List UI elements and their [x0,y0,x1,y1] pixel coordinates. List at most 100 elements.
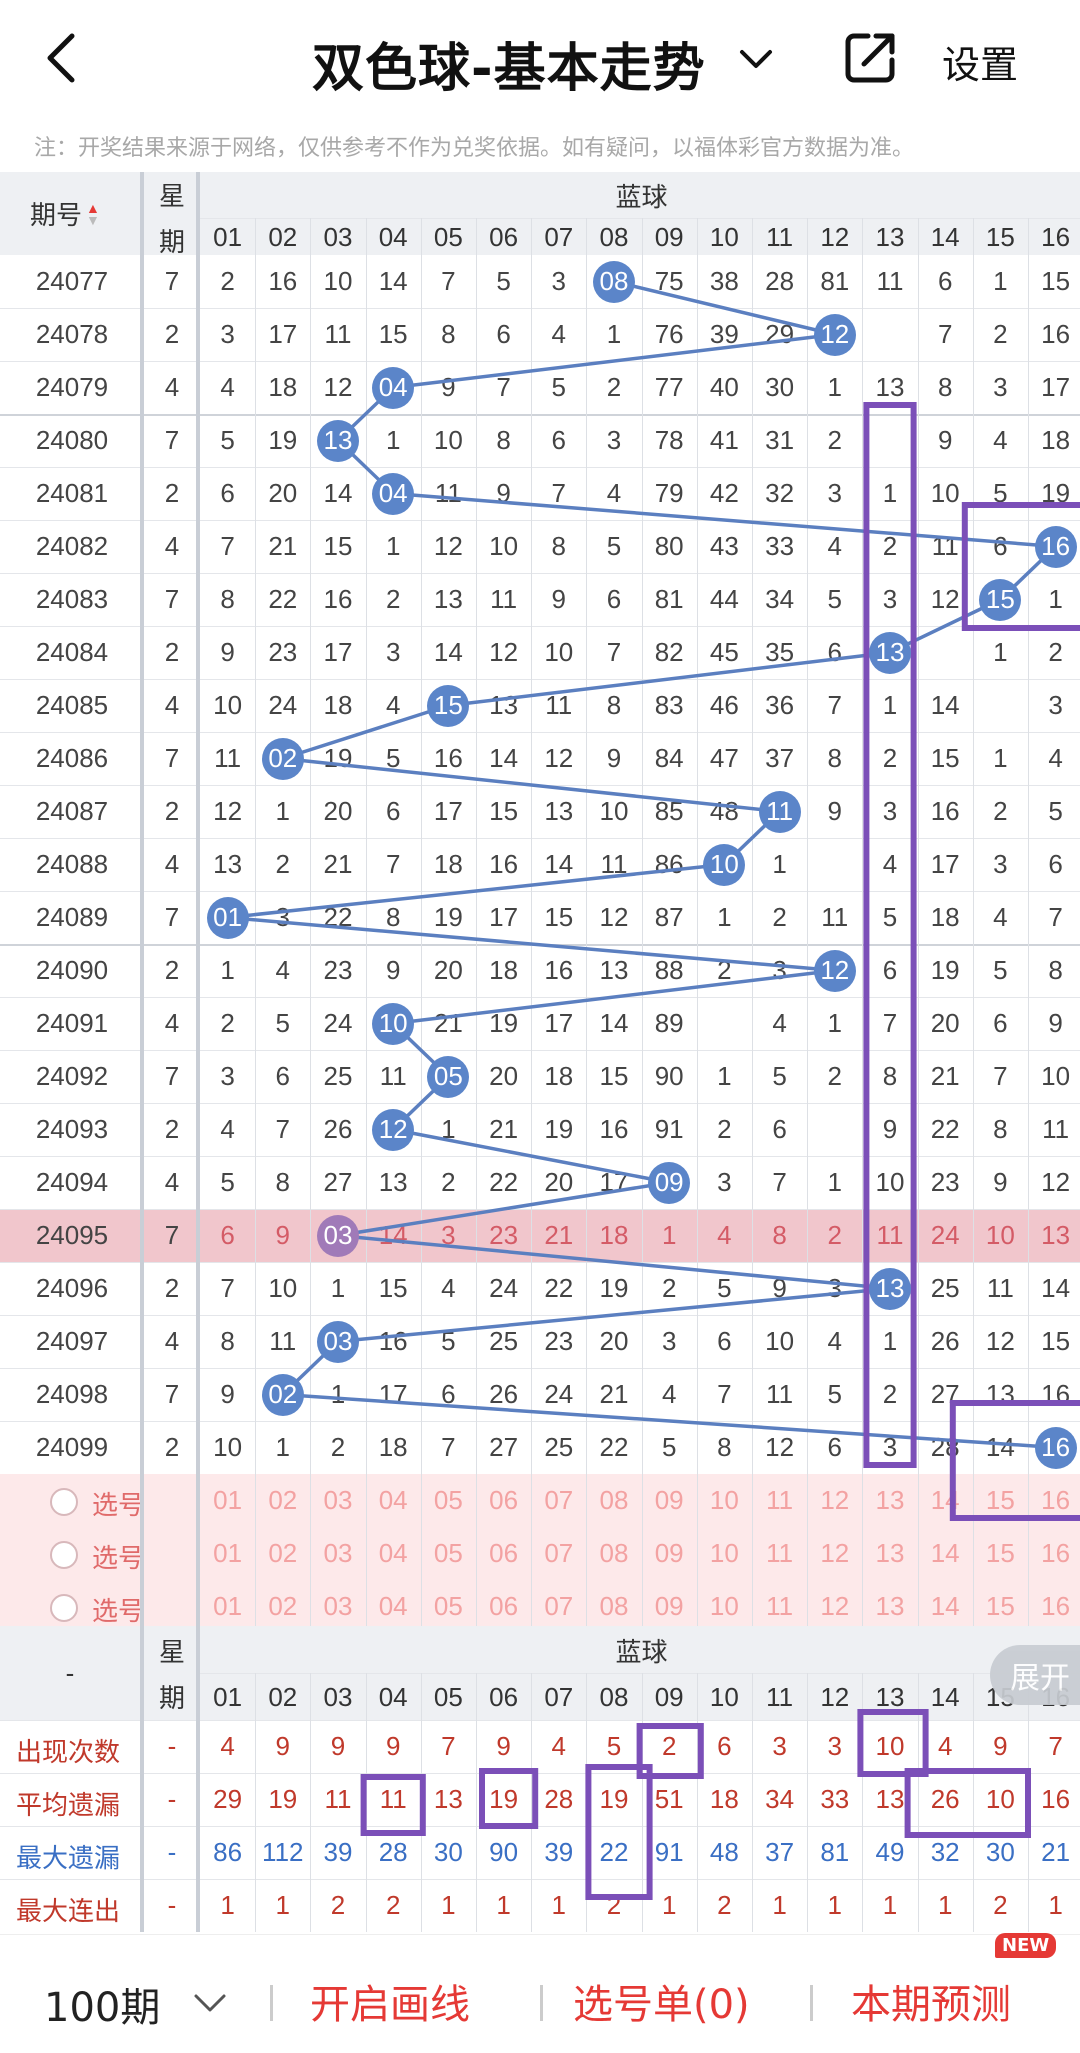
pick-number[interactable]: 04 [366,1474,421,1527]
table-cell: 22 [268,584,298,614]
table-cell: 5 [1048,796,1063,826]
pick-number[interactable]: 08 [586,1527,641,1580]
pick-list-button[interactable]: 选号单(0) [573,1972,750,2030]
column-header: 01 [213,221,243,252]
table-cell: 6 [827,637,843,667]
table-cell: 20 [544,1167,574,1197]
table-cell: 5 [220,425,235,455]
stats-cell: 1 [551,1890,567,1920]
table-cell: 5 [882,902,898,932]
weekday-value: 2 [164,319,180,349]
table-cell: 8 [551,531,567,561]
table-cell: 18 [599,1220,629,1250]
draw-line-button[interactable]: 开启画线 [310,1972,470,2030]
pick-number[interactable]: 05 [421,1474,476,1527]
pick-number[interactable]: 06 [476,1527,531,1580]
table-cell: 21 [433,1008,463,1038]
pick-number[interactable]: 07 [531,1474,586,1527]
settings-button[interactable]: 设置 [942,34,1018,89]
blue-ball-hit: 05 [427,1055,470,1098]
table-cell: 13 [875,372,905,402]
weekday-value: 7 [164,743,180,773]
pick-number[interactable]: 10 [697,1474,752,1527]
blue-ball-hit: 11 [758,790,801,833]
back-button[interactable] [38,28,88,88]
pick-number[interactable]: 05 [421,1527,476,1580]
pick-number[interactable]: 16 [1028,1474,1080,1527]
table-cell: 29 [765,319,795,349]
pick-number[interactable]: 15 [973,1474,1028,1527]
column-header: 06 [489,221,519,252]
pick-number[interactable]: 14 [918,1474,973,1527]
select-radio[interactable] [50,1594,78,1622]
pick-number[interactable]: 03 [310,1527,365,1580]
pick-number[interactable]: 09 [642,1527,697,1580]
share-button[interactable] [840,28,900,88]
stats-row-label: 最大遗漏 [16,1844,121,1874]
column-divider [1028,218,1029,1633]
blue-ball-hit: 13 [869,1267,911,1310]
stats-cell: 48 [709,1837,739,1867]
pick-number[interactable]: 08 [586,1474,641,1527]
issue-number: 24094 [35,1167,109,1197]
pick-number[interactable]: 14 [918,1527,973,1580]
table-cell: 10 [599,796,629,826]
blue-ball-hit: 16 [1034,1426,1077,1469]
pick-number[interactable]: 01 [200,1527,255,1580]
page-title[interactable]: 双色球-基本走势 [312,26,706,101]
table-cell: 12 [1041,1167,1071,1197]
pick-number[interactable]: 13 [862,1527,917,1580]
table-cell: 4 [993,902,1008,932]
stats-cell: 39 [323,1837,353,1867]
table-cell: 2 [772,902,787,932]
table-cell: 5 [551,372,567,402]
table-cell: 9 [772,1273,787,1303]
weekday-value: 2 [164,637,180,667]
pick-number[interactable]: 12 [807,1474,862,1527]
chevron-down-icon[interactable] [192,1988,228,2018]
table-cell: 24 [323,1008,353,1038]
pick-number[interactable]: 02 [255,1474,310,1527]
table-cell: 4 [220,372,235,402]
pick-number[interactable]: 03 [310,1474,365,1527]
period-selector[interactable]: 100期 [44,1975,160,2033]
pick-number[interactable]: 12 [807,1527,862,1580]
chevron-down-icon[interactable] [736,40,776,80]
pick-number[interactable]: 04 [366,1527,421,1580]
table-cell: 4 [993,425,1008,455]
table-cell: 35 [765,637,795,667]
column-divider [586,218,588,1633]
table-cell: 9 [385,955,401,985]
pick-number[interactable]: 07 [531,1527,586,1580]
pick-number[interactable]: 06 [476,1474,531,1527]
table-cell: 4 [441,1273,456,1303]
table-cell: 16 [1041,319,1071,349]
table-cell: 8 [275,1167,291,1197]
pick-number[interactable]: 10 [697,1527,752,1580]
expand-button[interactable]: 展开 [990,1645,1080,1705]
stats-cell: 10 [875,1731,905,1761]
pick-number[interactable]: 11 [752,1527,807,1580]
stats-cell: 11 [324,1784,352,1814]
pick-number[interactable]: 11 [752,1474,807,1527]
stats-cell: 22 [599,1837,629,1867]
pick-number[interactable]: 01 [200,1474,255,1527]
pick-number[interactable]: 16 [1028,1527,1080,1580]
pick-number[interactable]: 15 [973,1527,1028,1580]
table-cell: 16 [433,743,463,773]
select-radio[interactable] [50,1488,78,1516]
blue-ball-hit: 12 [372,1108,415,1151]
table-cell: 1 [717,1061,732,1091]
predict-button[interactable]: 本期预测 [851,1972,1011,2030]
select-radio[interactable] [50,1541,78,1569]
pick-number[interactable]: 09 [642,1474,697,1527]
table-cell: 3 [1048,690,1063,720]
stats-cell: 91 [654,1837,684,1867]
table-cell: 14 [378,266,408,296]
column-divider [365,1673,367,1932]
pick-number[interactable]: 13 [862,1474,917,1527]
weekday-value: 7 [164,902,180,932]
table-cell: 15 [378,319,408,349]
pick-number[interactable]: 02 [255,1527,310,1580]
issue-number: 24080 [35,425,109,455]
